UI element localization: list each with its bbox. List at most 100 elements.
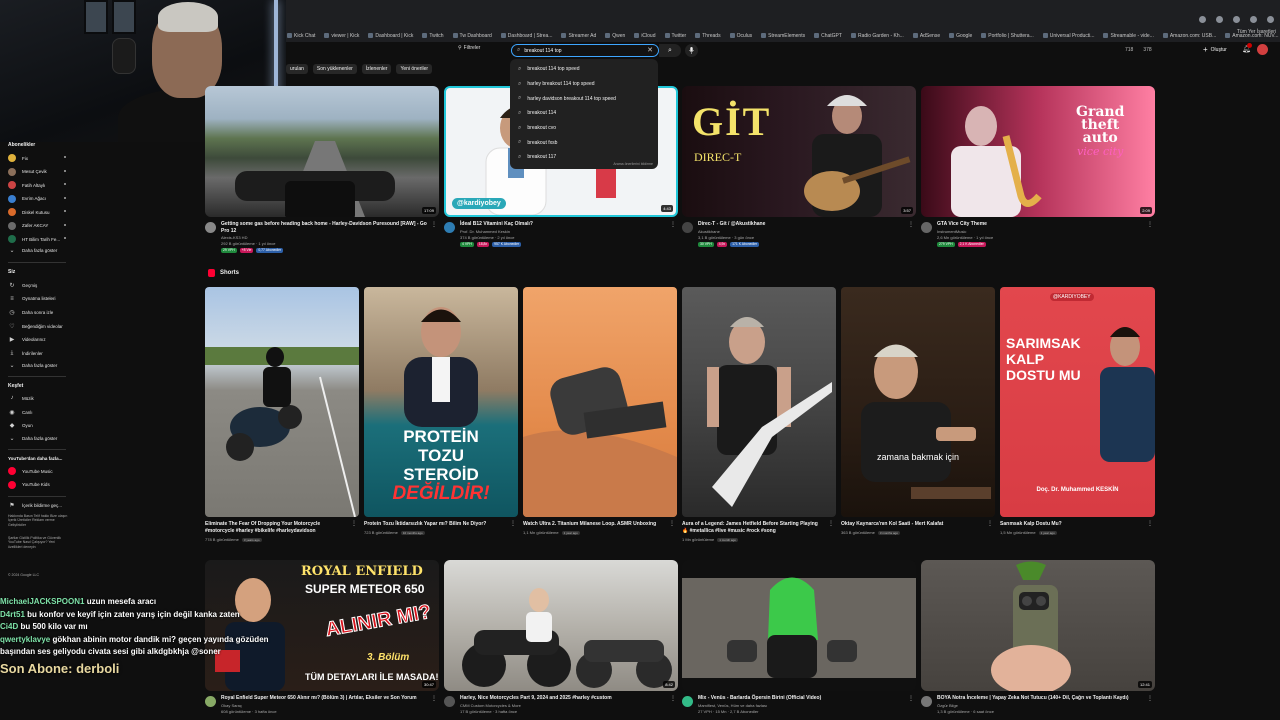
search-button[interactable]: ⌕ bbox=[659, 44, 681, 57]
bookmark-item[interactable]: Tw Dashboard bbox=[453, 29, 492, 42]
you-item[interactable]: ↻ Geçmiş bbox=[8, 282, 70, 289]
bookmark-item[interactable]: Threads bbox=[695, 29, 720, 42]
sub-item[interactable]: Diskel Kutusu bbox=[8, 208, 70, 216]
channel-avatar[interactable] bbox=[682, 696, 693, 707]
more-options-icon[interactable]: ⋮ bbox=[510, 521, 516, 527]
all-bookmarks-button[interactable]: Tüm Yer İşaretleri bbox=[1237, 29, 1276, 35]
clear-search-icon[interactable]: ✕ bbox=[647, 47, 653, 55]
video-card[interactable]: 8:42 Harley, Nice Motorcycles Part 9, 20… bbox=[444, 560, 678, 720]
subscriptions-header[interactable]: Abonelikler bbox=[8, 142, 35, 148]
channel-name[interactable]: Mamiflest, Venüs, Hüm ve daha fazlası bbox=[698, 703, 767, 708]
filters-button[interactable]: ⚲ Filtreler bbox=[458, 45, 480, 51]
video-title[interactable]: Royal Enfield Super Meteor 650 Alınır mı… bbox=[221, 695, 431, 702]
short-thumbnail[interactable]: zamana bakmak için bbox=[841, 287, 995, 517]
video-card[interactable]: 12:41 BOYA Notra İnceleme | Yapay Zeka N… bbox=[921, 560, 1155, 720]
sub-item[interactable]: HT Bilim Tarih Fe... bbox=[8, 235, 70, 243]
explore-show-more[interactable]: ⌄ Daha fazla göster bbox=[8, 435, 70, 442]
more-options-icon[interactable]: ⋮ bbox=[1147, 521, 1153, 527]
bookmark-item[interactable]: Universal Producti... bbox=[1043, 29, 1095, 42]
video-thumbnail[interactable]: Grand theft auto vice city 2:09 bbox=[921, 86, 1155, 217]
sub-item[interactable]: Fix bbox=[8, 154, 70, 162]
more-options-icon[interactable]: ⋮ bbox=[670, 696, 676, 702]
short-title[interactable]: Aura of a Legend: James Hetfield Before … bbox=[682, 521, 822, 534]
more-options-icon[interactable]: ⋮ bbox=[1147, 222, 1153, 228]
bookmark-item[interactable]: Portfolio | Shuttera... bbox=[981, 29, 1034, 42]
more-options-icon[interactable]: ⋮ bbox=[431, 222, 437, 228]
bookmark-item[interactable]: viewer | Kick bbox=[324, 29, 359, 42]
you-item[interactable]: ≡ Oynatma listeleri bbox=[8, 296, 70, 302]
bookmark-item[interactable]: Dashboard | Kick bbox=[368, 29, 413, 42]
channel-avatar[interactable] bbox=[444, 222, 455, 233]
short-card[interactable]: Aura of a Legend: James Hetfield Before … bbox=[682, 287, 836, 547]
more-options-icon[interactable]: ⋮ bbox=[908, 222, 914, 228]
bookmark-item[interactable]: AdSense bbox=[913, 29, 940, 42]
short-title[interactable]: Watch Ultra 2. Titanium Milanese Loop. A… bbox=[523, 521, 663, 528]
bookmark-item[interactable]: Streamer Ad bbox=[561, 29, 596, 42]
more-item[interactable]: YouTube Music bbox=[8, 467, 70, 475]
video-thumbnail[interactable] bbox=[682, 560, 916, 691]
channel-name[interactable]: CMM Custom Motorcycles & More bbox=[460, 703, 521, 708]
bookmark-item[interactable]: Twitter bbox=[665, 29, 687, 42]
avatar[interactable] bbox=[1257, 44, 1268, 55]
explore-item[interactable]: ♪ Müzik bbox=[8, 395, 70, 401]
more-options-icon[interactable]: ⋮ bbox=[431, 696, 437, 702]
bookmark-item[interactable]: Dashboard | Strea... bbox=[501, 29, 553, 42]
video-thumbnail[interactable]: 12:41 bbox=[921, 560, 1155, 691]
video-title[interactable]: Getting some gas before heading back hom… bbox=[221, 221, 431, 234]
bookmark-item[interactable]: ChatGPT bbox=[814, 29, 842, 42]
more-options-icon[interactable]: ⋮ bbox=[351, 521, 357, 527]
suggestion-item[interactable]: ⌕ breakout cvo bbox=[510, 121, 658, 136]
more-options-icon[interactable]: ⋮ bbox=[828, 521, 834, 527]
short-card[interactable]: @KARDIYOBEY SARIMSAK KALP DOSTU MU Doç. … bbox=[1000, 287, 1155, 547]
video-card[interactable]: Grand theft auto vice city 2:09 GTA Vice… bbox=[921, 86, 1155, 261]
sub-item[interactable]: Evrim Ağacı bbox=[8, 194, 70, 203]
extension-icon[interactable] bbox=[1250, 16, 1257, 23]
short-title[interactable]: Protein Tozu İktidarsızlık Yapar mı? Bil… bbox=[364, 521, 504, 528]
video-thumbnail[interactable]: GİT DIREC-T 3:57 bbox=[682, 86, 916, 217]
filter-chip[interactable]: Yeni öneriler bbox=[396, 64, 433, 74]
create-button[interactable]: + Oluştur bbox=[1203, 45, 1227, 54]
more-options-icon[interactable]: ⋮ bbox=[1147, 696, 1153, 702]
bookmark-item[interactable]: Kick Chat bbox=[287, 29, 315, 42]
channel-name[interactable]: Okay Saraç bbox=[221, 703, 242, 708]
bookmark-item[interactable]: Streamable - vide... bbox=[1103, 29, 1153, 42]
video-title[interactable]: Direc-T - Git / @Akustikhane bbox=[698, 221, 908, 228]
channel-name[interactable]: InstrumentMusic bbox=[937, 229, 966, 234]
bookmark-item[interactable]: Amazon.com: USB... bbox=[1163, 29, 1216, 42]
short-thumbnail[interactable]: PROTEİN TOZU STEROİD DEĞİLDİR! bbox=[364, 287, 518, 517]
channel-name[interactable]: Akustikhane bbox=[698, 229, 720, 234]
you-item[interactable]: ◷ Daha sonra izle bbox=[8, 309, 70, 316]
suggestion-item[interactable]: ⌕ breakout 114 bbox=[510, 106, 658, 121]
video-card[interactable]: Mix - Venüs - Barlarda Öpersin Birini (O… bbox=[682, 560, 916, 720]
more-options-icon[interactable]: ⋮ bbox=[669, 521, 675, 527]
video-title[interactable]: BOYA Notra İnceleme | Yapay Zeka Not Tut… bbox=[937, 695, 1147, 702]
you-item[interactable]: ♡ Beğendiğim videolar bbox=[8, 323, 70, 330]
sub-item[interactable]: Fatih Altaylı bbox=[8, 181, 70, 189]
short-title[interactable]: Eliminate The Fear Of Dropping Your Moto… bbox=[205, 521, 345, 534]
explore-item[interactable]: ◆ Oyun bbox=[8, 422, 70, 429]
extension-icon[interactable] bbox=[1233, 16, 1240, 23]
bookmark-item[interactable]: Twitch bbox=[422, 29, 443, 42]
video-title[interactable]: Harley, Nice Motorcycles Part 9, 2024 an… bbox=[460, 695, 670, 702]
you-header[interactable]: Siz bbox=[8, 269, 15, 275]
short-card[interactable]: zamana bakmak için Oktay Kaynarca'nın Ko… bbox=[841, 287, 995, 547]
video-thumbnail[interactable]: 8:42 bbox=[444, 560, 678, 691]
extension-icon[interactable] bbox=[1199, 16, 1206, 23]
short-card[interactable]: PROTEİN TOZU STEROİD DEĞİLDİR! Protein T… bbox=[364, 287, 518, 547]
short-thumbnail[interactable] bbox=[205, 287, 359, 517]
more-options-icon[interactable]: ⋮ bbox=[987, 521, 993, 527]
more-options-icon[interactable]: ⋮ bbox=[908, 696, 914, 702]
suggestion-item[interactable]: ⌕ harley breakout 114 top speed bbox=[510, 77, 658, 92]
channel-avatar[interactable] bbox=[444, 696, 455, 707]
short-card[interactable]: Eliminate The Fear Of Dropping Your Moto… bbox=[205, 287, 359, 547]
channel-avatar[interactable] bbox=[921, 222, 932, 233]
channel-name[interactable]: Alexis-KS3 HD bbox=[221, 235, 247, 240]
short-title[interactable]: Oktay Kaynarca'nın Kol Saati - Mert Kala… bbox=[841, 521, 981, 528]
video-title[interactable]: GTA Vice City Theme bbox=[937, 221, 1147, 228]
video-card[interactable]: 17:09 Getting some gas before heading ba… bbox=[205, 86, 439, 261]
filter-chip[interactable]: Son yüklenenler bbox=[312, 64, 357, 74]
short-thumbnail[interactable] bbox=[523, 287, 677, 517]
bookmark-item[interactable]: Qwen bbox=[605, 29, 625, 42]
short-thumbnail[interactable]: @KARDIYOBEY SARIMSAK KALP DOSTU MU Doç. … bbox=[1000, 287, 1155, 517]
you-show-more[interactable]: ⌄ Daha fazla göster bbox=[8, 362, 70, 369]
